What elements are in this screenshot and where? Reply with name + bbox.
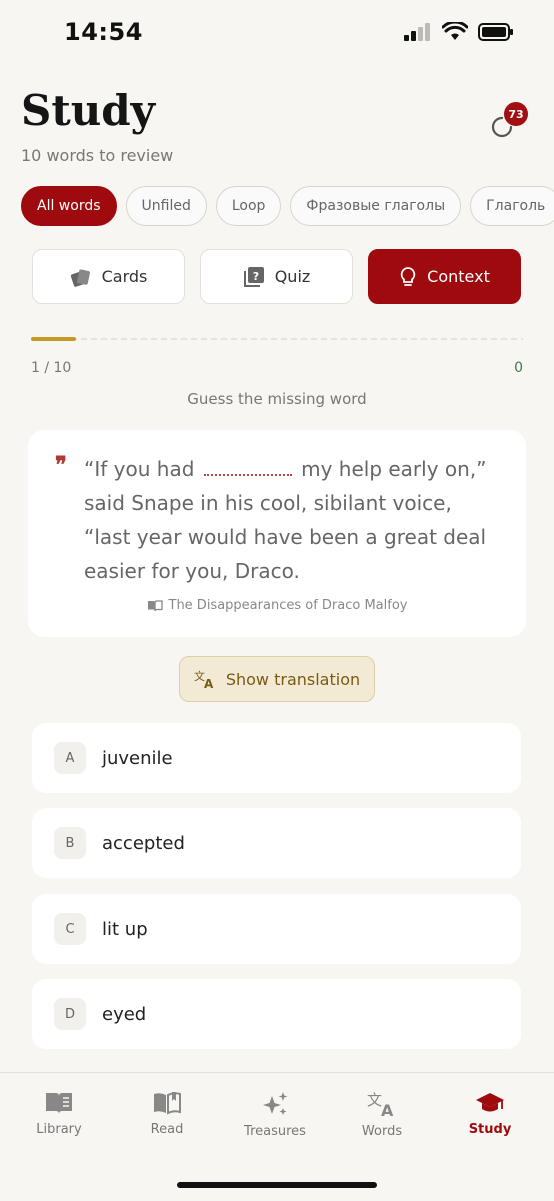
answer-option-b[interactable]: B accepted [32, 808, 521, 878]
chip-all-words[interactable]: All words [21, 186, 117, 226]
chip-phrasal-verbs[interactable]: Фразовые глаголы [290, 186, 462, 226]
cards-icon [70, 268, 90, 287]
translate-icon: 文 A [194, 669, 214, 689]
answer-option-a[interactable]: A juvenile [32, 723, 521, 793]
tab-library[interactable]: Library [4, 1090, 114, 1137]
tab-study[interactable]: Study [435, 1090, 545, 1137]
status-icons [404, 22, 514, 42]
battery-icon [478, 23, 513, 41]
book-icon [46, 1093, 72, 1114]
answer-text: eyed [102, 1003, 147, 1025]
missing-word-blank [203, 454, 292, 476]
quiz-icon: ? [243, 266, 264, 287]
tab-study-label: Study [468, 1122, 512, 1137]
home-indicator [177, 1182, 377, 1188]
svg-text:A: A [204, 677, 214, 689]
answer-text: lit up [102, 918, 148, 940]
quote-source: The Disappearances of Draco Malfoy [0, 598, 554, 613]
answer-option-d[interactable]: D eyed [32, 979, 521, 1049]
tab-read-label: Read [150, 1122, 184, 1137]
filter-chips: All words Unfiled Loop Фразовые глаголы … [21, 186, 554, 226]
quote-text: “If you had my help early on,” said Snap… [84, 452, 504, 588]
score: 0 [514, 360, 523, 376]
answer-letter: D [54, 998, 86, 1030]
progress-fill [31, 337, 76, 341]
chip-unfiled[interactable]: Unfiled [125, 186, 207, 226]
mode-cards-label: Cards [101, 267, 148, 286]
tab-read[interactable]: Read [112, 1090, 222, 1137]
chip-verbs[interactable]: Глаголь [470, 186, 554, 226]
show-translation-label: Show translation [225, 669, 361, 689]
tab-words-label: Words [361, 1124, 403, 1139]
lightbulb-icon [400, 266, 416, 286]
chip-loop[interactable]: Loop [215, 186, 282, 226]
mode-quiz-button[interactable]: ? Quiz [200, 249, 353, 304]
quote-source-title: The Disappearances of Draco Malfoy [168, 598, 408, 613]
sparkles-icon [263, 1092, 288, 1115]
mode-context-button[interactable]: Context [368, 249, 521, 304]
progress-counter: 1 / 10 [31, 360, 72, 376]
answer-letter: C [54, 913, 86, 945]
quote-mark-icon: ❞ [55, 452, 67, 478]
tab-treasures-label: Treasures [244, 1124, 306, 1139]
open-book-icon [154, 1092, 181, 1115]
answer-text: juvenile [102, 747, 173, 769]
mode-cards-button[interactable]: Cards [32, 249, 185, 304]
page-title: Study [21, 86, 156, 135]
svg-text:A: A [381, 1101, 394, 1118]
quote-before: “If you had [84, 457, 195, 481]
instruction: Guess the missing word [187, 390, 367, 408]
answer-letter: A [54, 742, 86, 774]
tab-library-label: Library [36, 1122, 82, 1137]
answer-option-c[interactable]: C lit up [32, 894, 521, 964]
answer-letter: B [54, 827, 86, 859]
signal-icon [404, 23, 430, 41]
progress-track [31, 338, 523, 340]
mode-quiz-label: Quiz [274, 267, 311, 286]
book-icon [147, 600, 163, 612]
mode-context-label: Context [427, 267, 490, 286]
answer-text: accepted [102, 832, 185, 854]
graduation-cap-icon [476, 1093, 504, 1112]
svg-text:?: ? [253, 270, 259, 283]
translate-icon: 文 A [367, 1091, 394, 1118]
sync-badge: 73 [504, 102, 528, 126]
show-translation-button[interactable]: 文 A Show translation [179, 656, 375, 702]
tab-words[interactable]: 文 A Words [327, 1090, 437, 1139]
status-time: 14:54 [64, 18, 143, 46]
svg-text:文: 文 [367, 1091, 382, 1109]
tab-treasures[interactable]: Treasures [220, 1090, 330, 1139]
wifi-icon [442, 22, 468, 40]
review-count-subtitle: 10 words to review [21, 146, 174, 165]
